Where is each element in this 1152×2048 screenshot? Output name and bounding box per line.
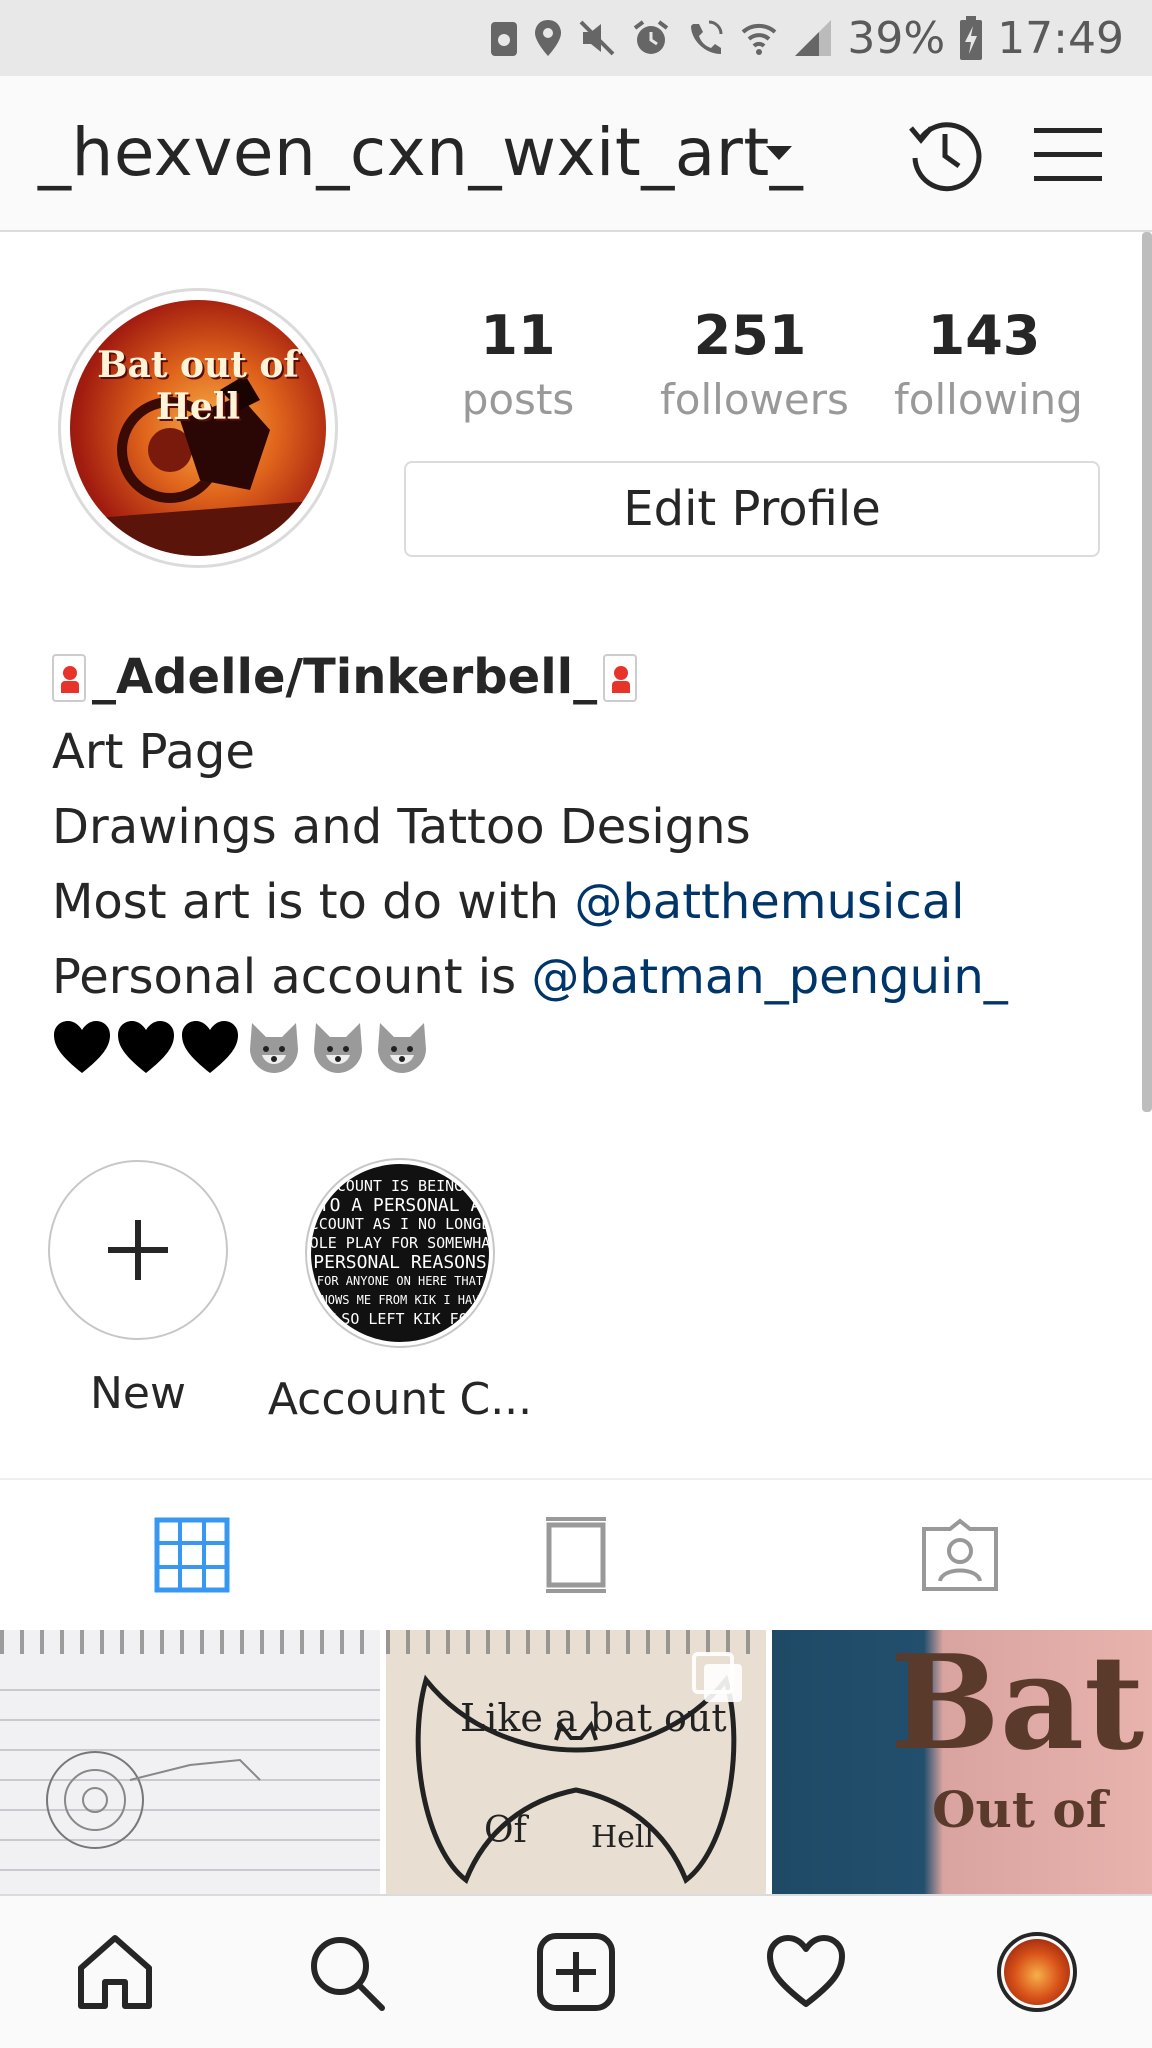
new-highlight-button[interactable] [48,1160,228,1340]
post-caption-art: Out of [932,1780,1108,1839]
avatar-artwork [70,375,326,556]
profile-tabs [0,1478,1152,1630]
bottom-navigation [0,1894,1152,2048]
wolf-icon [314,1023,362,1073]
bio-name-line: _Adelle/Tinkerbell_ [52,640,1112,715]
post-caption-art: Hell [591,1820,655,1855]
chevron-down-icon[interactable] [766,146,792,160]
followers-stat[interactable]: 251 followers [660,304,849,424]
wifi-call-icon [691,20,723,54]
nav-home[interactable] [55,1912,175,2032]
thumb-text: ALSO LEFT KIK FOR [323,1310,477,1328]
account-switcher[interactable]: _hexven_cxn_wxit_art_ [38,114,803,191]
search-icon [310,1937,385,2011]
clock: 17:49 [997,12,1124,64]
black-heart-icon [182,1021,238,1073]
mention-link[interactable]: @batthemusical [574,874,964,930]
feed-icon [546,1517,606,1593]
sketch-drawing [0,1689,380,1871]
bio-line-personal: Personal account is @batman_penguin_ [52,940,1112,1015]
tab-tagged[interactable] [768,1480,1152,1630]
grid-post[interactable]: Like a bat out Of Hell [386,1630,766,1894]
grid-icon [154,1517,230,1593]
following-count: 143 [927,304,1041,367]
wolf-icon [250,1023,298,1073]
thumb-text: FOR ANYONE ON HERE THAT [316,1274,484,1288]
post-caption-art: Like a bat out [460,1696,727,1740]
followers-count: 251 [693,304,807,367]
black-heart-icon [118,1021,174,1073]
battery-percent: 39% [847,12,946,64]
followers-label: followers [660,375,849,424]
tagged-icon [922,1518,998,1591]
nav-search[interactable] [286,1912,406,2032]
highlight-thumbnail[interactable]: ACCOUNT IS BEING M NTO A PERSONAL AR ACC… [307,1160,493,1346]
profile-avatar-image [1003,1939,1070,2005]
profile-bio: _Adelle/Tinkerbell_ Art Page Drawings an… [52,640,1112,1075]
status-bar: 39% 17:49 [0,0,1152,76]
nav-add-post[interactable] [516,1912,636,2032]
signal-icon [795,20,832,56]
plus-icon [108,1220,168,1280]
home-icon [78,1935,153,2009]
posts-grid: Like a bat out Of Hell Bat Out of [0,1630,1152,1894]
posts-count: 11 [480,304,556,367]
scrollbar[interactable] [1142,232,1152,1112]
black-heart-icon [54,1021,110,1073]
joker-card-icon [603,653,638,702]
carousel-icon [692,1652,742,1702]
wolf-icon [378,1023,426,1073]
mention-link[interactable]: @batman_penguin_ [531,949,1007,1005]
bio-text: Most art is to do with [52,874,575,930]
bio-text: Personal account is [52,949,532,1005]
battery-icon [960,16,983,60]
nav-profile[interactable] [977,1912,1097,2032]
display-name: _Adelle/Tinkerbell_ [92,649,598,705]
archive-history-icon[interactable] [905,114,985,194]
post-caption-art: Of [484,1810,527,1851]
profile-avatar-ring[interactable]: Bat out of Hell [58,288,338,568]
thumb-text: PERSONAL REASONS [313,1252,487,1273]
following-label: following [894,375,1083,424]
thumb-text: ACCOUNT IS BEING M [318,1177,482,1195]
tab-feed[interactable] [384,1480,768,1630]
alarm-icon [634,20,669,54]
bio-line-most-art: Most art is to do with @batthemusical [52,865,1112,940]
tab-grid[interactable] [0,1480,384,1630]
grid-post[interactable] [0,1630,380,1894]
posts-stat[interactable]: 11 posts [428,304,608,424]
profile-avatar[interactable] [996,1932,1077,2012]
thumb-text: NTO A PERSONAL AR [307,1195,493,1216]
add-post-icon [536,1933,615,2011]
profile-header: _hexven_cxn_wxit_art_ [0,76,1152,232]
bio-emoji-line [52,1019,1112,1075]
post-caption-art: Bat [890,1630,1145,1779]
menu-icon[interactable] [1030,114,1106,194]
thumb-text: KNOWS ME FROM KIK I HAVE [313,1293,487,1307]
location-icon [535,20,562,56]
joker-card-icon [52,653,86,702]
bio-line-art-page: Art Page [52,724,255,780]
following-stat[interactable]: 143 following [894,304,1083,424]
posts-label: posts [461,375,575,424]
sim-icon [491,22,518,56]
bio-line-drawings: Drawings and Tattoo Designs [52,799,751,855]
thumb-text: ROLE PLAY FOR SOMEWHAT [307,1234,493,1252]
mute-icon [579,20,615,56]
profile-avatar[interactable]: Bat out of Hell [70,300,326,556]
edit-profile-button[interactable]: Edit Profile [404,461,1100,557]
highlight-label: Account C... [267,1374,533,1425]
grid-post[interactable]: Bat Out of [772,1630,1152,1894]
activity-heart-icon [767,1935,846,2007]
highlight-label: New [90,1368,186,1419]
highlight-account[interactable]: ACCOUNT IS BEING M NTO A PERSONAL AR ACC… [260,1160,540,1425]
wifi-icon [742,23,777,55]
nav-activity[interactable] [746,1912,866,2032]
thumb-text: ACCOUNT AS I NO LONGER [307,1215,493,1233]
avatar-logo-text: Bat out of Hell [97,344,299,428]
highlight-new[interactable]: New [48,1160,228,1419]
